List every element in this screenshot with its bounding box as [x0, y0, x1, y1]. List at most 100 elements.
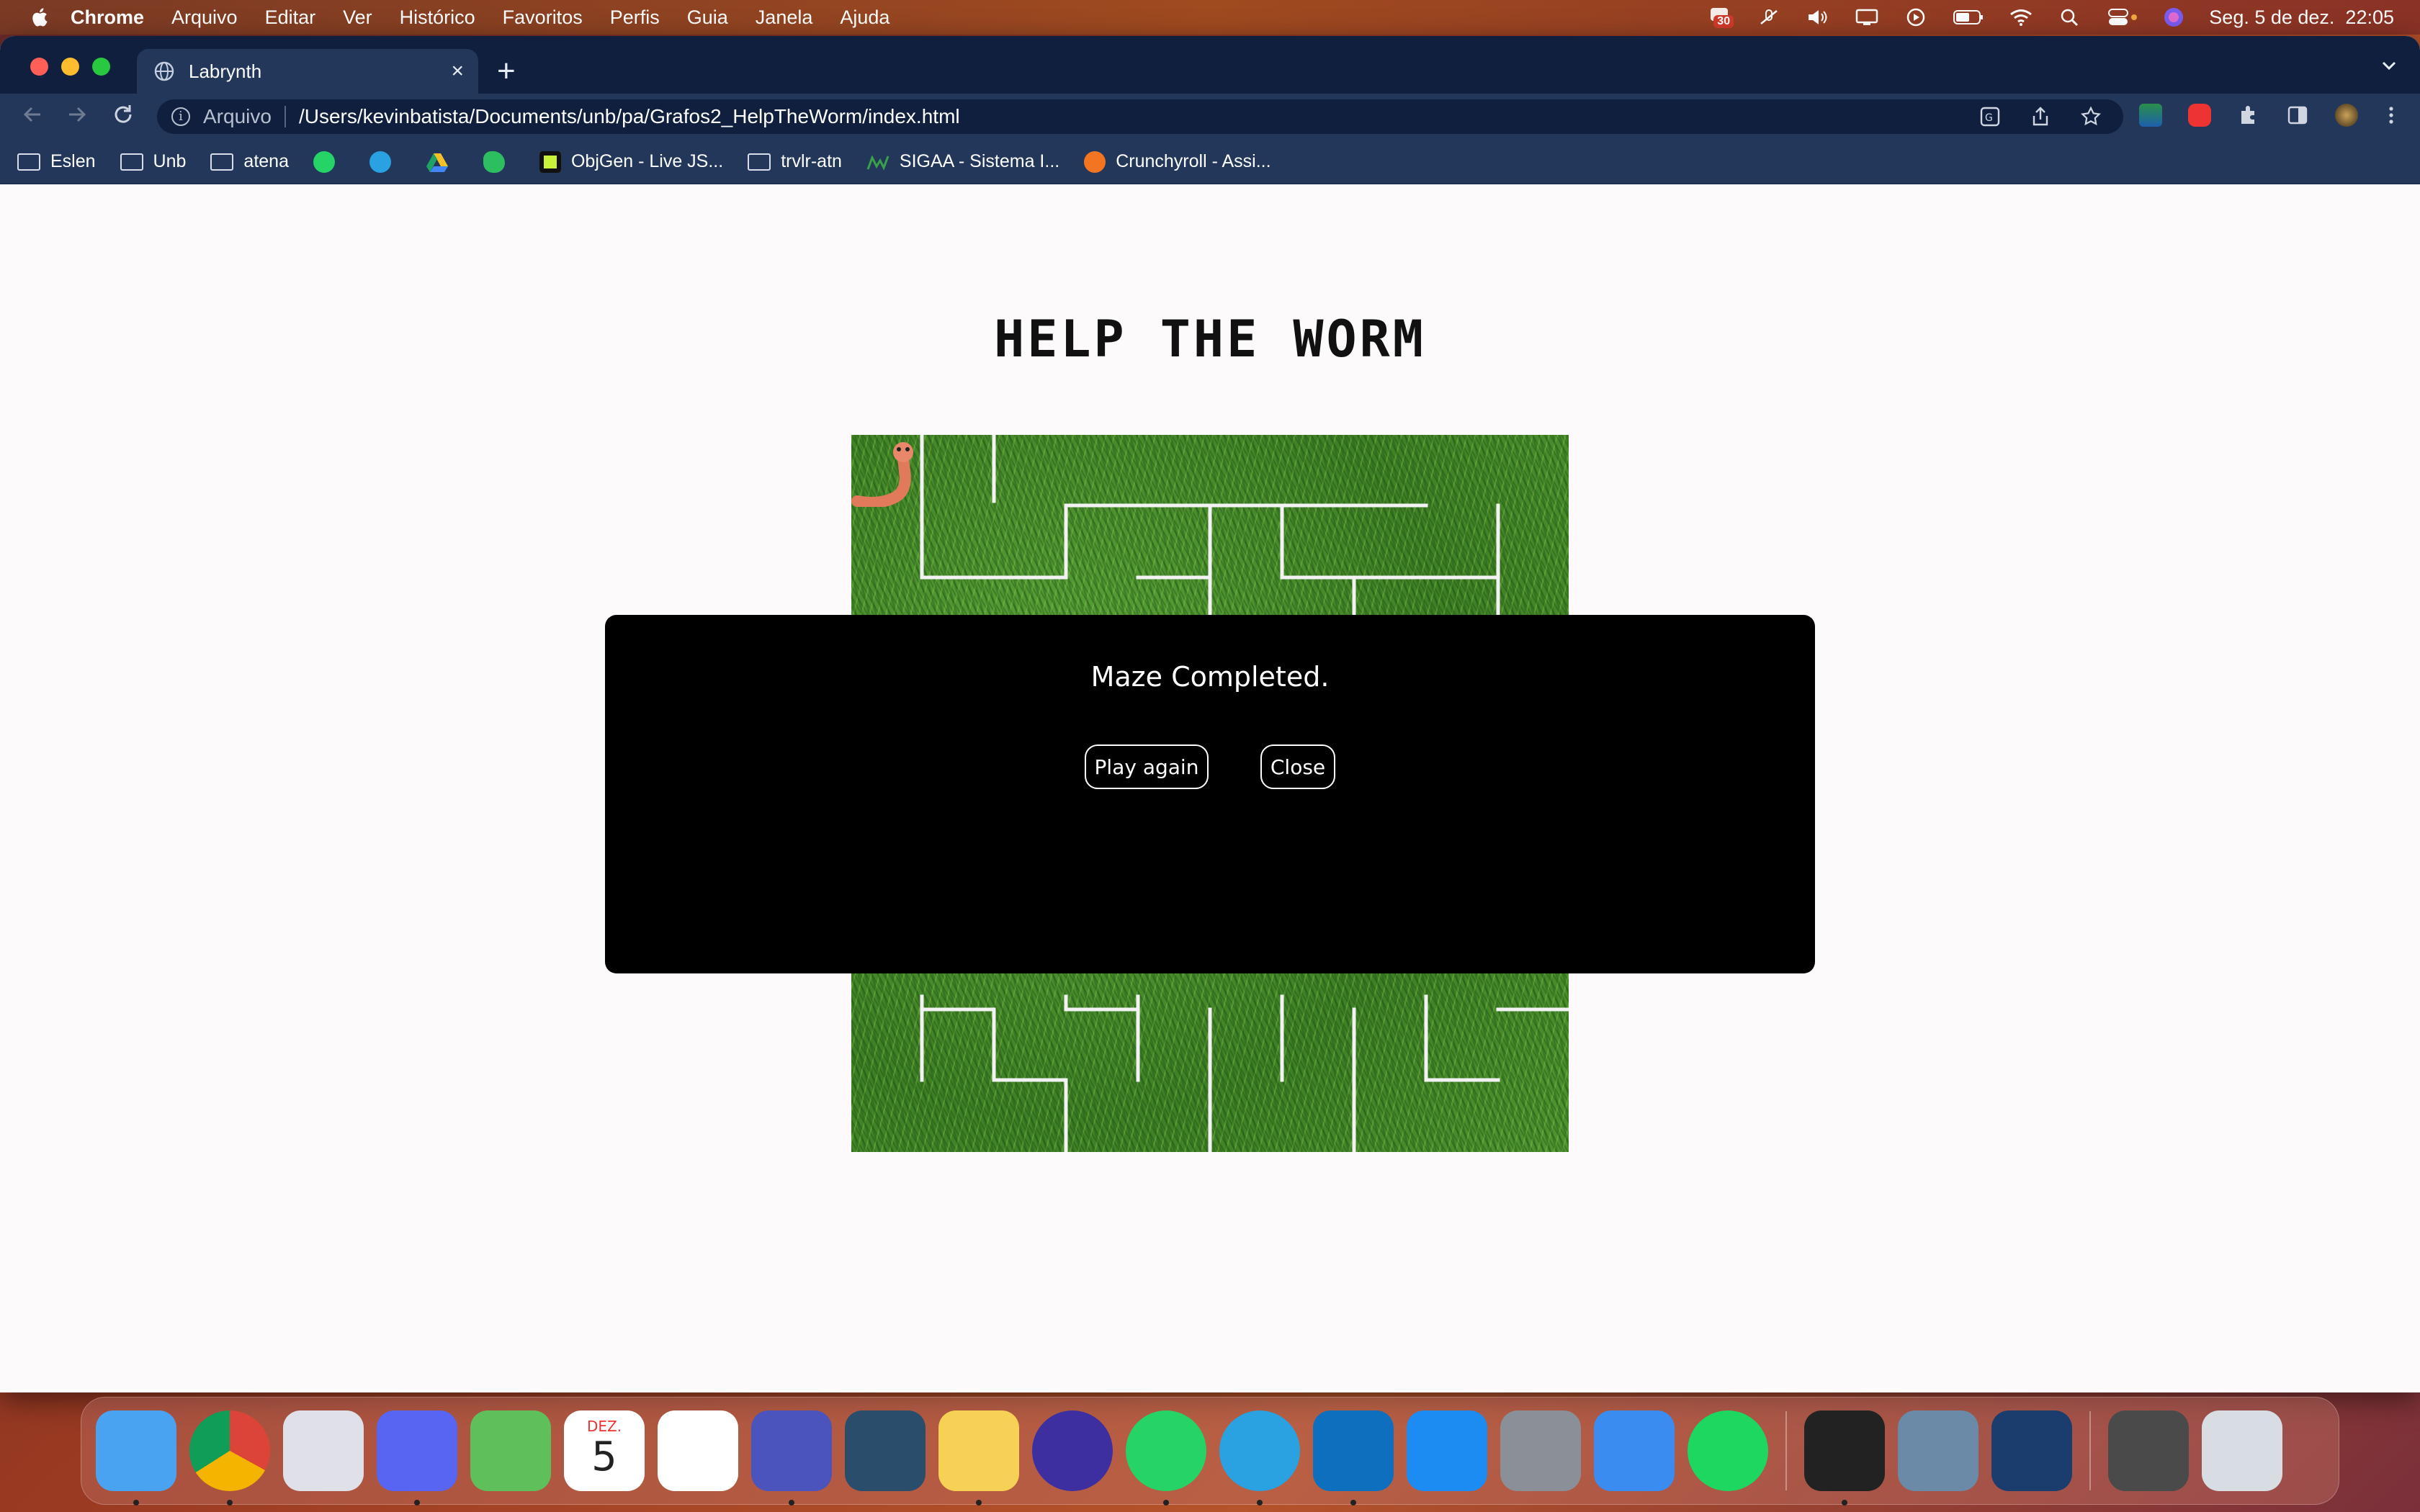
share-icon[interactable]: [2030, 106, 2051, 127]
control-center-icon[interactable]: [2107, 8, 2138, 27]
reload-icon[interactable]: [111, 102, 135, 127]
google-drive-icon: [426, 153, 448, 172]
dock-discord-icon[interactable]: [377, 1410, 457, 1506]
dock-mail-icon[interactable]: [1594, 1410, 1675, 1491]
battery-icon[interactable]: [1953, 8, 1984, 27]
bookmark-atena[interactable]: atena: [210, 151, 289, 172]
close-window-button[interactable]: [30, 58, 48, 76]
dock-chrome-icon[interactable]: [189, 1410, 270, 1506]
notification-badge-icon[interactable]: 30: [1708, 6, 1734, 28]
dock-system-preferences-icon[interactable]: [1500, 1410, 1581, 1491]
worm-character: [851, 442, 913, 507]
running-indicator: [133, 1500, 139, 1506]
tab-search-chevron-icon[interactable]: [2380, 56, 2398, 75]
bookmark-crunchyroll[interactable]: Crunchyroll - Assi...: [1084, 150, 1271, 173]
close-button[interactable]: Close: [1260, 744, 1335, 789]
maze-completed-modal: Maze Completed. Play again Close: [605, 615, 1815, 973]
new-tab-button[interactable]: +: [497, 53, 516, 89]
display-icon[interactable]: [1855, 8, 1879, 27]
dock-preview-icon[interactable]: [1898, 1410, 1978, 1491]
dock-finder-icon[interactable]: [96, 1410, 176, 1506]
extensions-puzzle-icon[interactable]: [2237, 104, 2260, 127]
dock-maps-icon[interactable]: [470, 1410, 551, 1491]
folder-icon: [748, 153, 771, 171]
site-info-icon[interactable]: i: [171, 107, 190, 126]
dock-app-store-icon[interactable]: [1407, 1410, 1487, 1491]
bookmarks-bar: Eslen Unb atena ObjGen - Live JS... trvl: [0, 140, 2420, 184]
minimize-window-button[interactable]: [61, 58, 79, 76]
menu-ver[interactable]: Ver: [343, 6, 372, 29]
now-playing-icon[interactable]: [1904, 8, 1928, 27]
wifi-icon[interactable]: [2009, 8, 2033, 27]
dock-mysql-workbench-icon[interactable]: [845, 1410, 926, 1491]
dock-lens-icon[interactable]: [1032, 1410, 1113, 1491]
omnibox-actions: G: [1979, 106, 2102, 127]
profile-avatar[interactable]: [2335, 104, 2358, 127]
bookmark-evernote[interactable]: [483, 150, 515, 173]
folder-icon: [210, 153, 234, 171]
bookmark-star-icon[interactable]: [2080, 106, 2102, 127]
objgen-icon: [539, 150, 561, 173]
menu-ajuda[interactable]: Ajuda: [840, 6, 889, 29]
menu-app-name[interactable]: Chrome: [71, 6, 144, 29]
dock-teams-icon[interactable]: [751, 1410, 832, 1506]
tab-labrynth[interactable]: Labrynth ×: [137, 49, 478, 94]
dock-notes-icon[interactable]: [938, 1410, 1019, 1506]
globe-icon: [154, 61, 174, 81]
bookmark-whatsapp[interactable]: [313, 150, 345, 173]
side-panel-icon[interactable]: [2286, 104, 2309, 127]
dock-downloads-icon[interactable]: [2108, 1410, 2189, 1491]
dock-telegram-icon[interactable]: [1219, 1410, 1300, 1506]
svg-text:G: G: [1985, 112, 1993, 124]
bookmark-objgen[interactable]: ObjGen - Live JS...: [539, 150, 723, 173]
dock-spotify-icon[interactable]: [1688, 1410, 1768, 1491]
close-tab-icon[interactable]: ×: [451, 59, 464, 84]
extension-flag-icon[interactable]: [2139, 104, 2162, 127]
dock-whatsapp-icon[interactable]: [1126, 1410, 1206, 1506]
menu-favoritos[interactable]: Favoritos: [503, 6, 583, 29]
mic-muted-icon[interactable]: [1757, 8, 1781, 27]
bookmark-eslen[interactable]: Eslen: [17, 151, 96, 172]
clock-datetime[interactable]: Seg. 5 de dez. 22:05: [2209, 6, 2394, 29]
address-bar[interactable]: i Arquivo /Users/kevinbatista/Documents/…: [157, 99, 2123, 134]
volume-icon[interactable]: [1806, 8, 1830, 27]
apple-menu-icon[interactable]: [29, 6, 49, 28]
menu-editar[interactable]: Editar: [265, 6, 316, 29]
menu-guia[interactable]: Guia: [687, 6, 728, 29]
spotlight-search-icon[interactable]: [2058, 8, 2082, 27]
dock-vscode-icon[interactable]: [1313, 1410, 1394, 1506]
translate-icon[interactable]: G: [1979, 106, 2001, 127]
folder-icon: [120, 153, 143, 171]
bookmark-trvlr[interactable]: trvlr-atn: [748, 151, 842, 172]
bookmark-label: SIGAA - Sistema I...: [899, 151, 1060, 171]
siri-icon[interactable]: [2163, 6, 2184, 28]
browser-menu-icon[interactable]: [2384, 104, 2398, 127]
back-arrow-icon[interactable]: [20, 102, 45, 127]
menu-historico[interactable]: Histórico: [400, 6, 475, 29]
bookmark-sigaa[interactable]: SIGAA - Sistema I...: [866, 151, 1059, 172]
bookmark-telegram[interactable]: [369, 150, 401, 173]
whatsapp-icon: [313, 150, 335, 173]
menu-janela[interactable]: Janela: [756, 6, 813, 29]
address-url[interactable]: /Users/kevinbatista/Documents/unb/pa/Gra…: [299, 105, 960, 128]
running-indicator: [1350, 1500, 1356, 1506]
page-title: HELP THE WORM: [994, 310, 1426, 369]
forward-arrow-icon[interactable]: [65, 102, 89, 127]
menu-arquivo[interactable]: Arquivo: [171, 6, 238, 29]
evernote-icon: [483, 150, 505, 173]
extension-youtube-icon[interactable]: [2188, 104, 2211, 127]
tab-title: Labrynth: [189, 60, 262, 82]
extensions-area: [2139, 104, 2398, 127]
tab-strip: Labrynth × +: [0, 36, 2420, 94]
dock-terminal-icon[interactable]: [1804, 1410, 1885, 1506]
dock-trash-icon[interactable]: [2202, 1410, 2282, 1491]
play-again-button[interactable]: Play again: [1085, 744, 1209, 789]
bookmark-unb[interactable]: Unb: [120, 151, 186, 172]
dock-launchpad-icon[interactable]: [283, 1410, 364, 1491]
zoom-window-button[interactable]: [92, 58, 110, 76]
dock-reminders-icon[interactable]: [658, 1410, 738, 1491]
bookmark-drive[interactable]: [426, 152, 459, 172]
dock-quicktime-icon[interactable]: [1991, 1410, 2072, 1491]
dock-calendar-icon[interactable]: DEZ. 5: [564, 1410, 645, 1491]
menu-perfis[interactable]: Perfis: [610, 6, 660, 29]
